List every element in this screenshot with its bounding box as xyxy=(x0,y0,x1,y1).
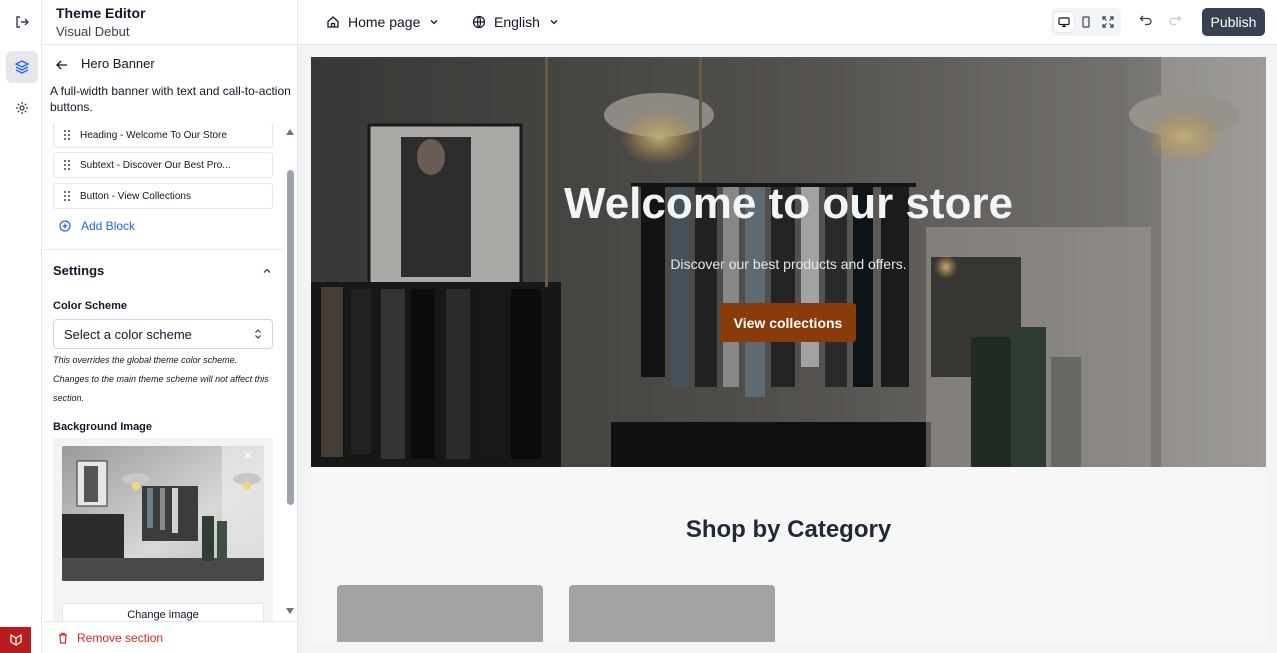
left-rail xyxy=(0,0,42,653)
hero-subtext[interactable]: Discover our best products and offers. xyxy=(311,256,1266,272)
view-collections-button[interactable]: View collections xyxy=(720,303,856,342)
category-heading[interactable]: Shop by Category xyxy=(311,516,1266,544)
scroll-up-icon[interactable] xyxy=(286,129,294,135)
top-bar: Theme Editor Visual Debut Home page Engl… xyxy=(42,0,1277,45)
panel-header: Hero Banner A full-width banner with tex… xyxy=(43,45,297,123)
back-arrow-icon[interactable] xyxy=(55,58,69,77)
add-block-label: Add Block xyxy=(81,219,136,233)
app-title: Theme Editor xyxy=(56,5,146,21)
block-label: Subtext - Discover Our Best Pro... xyxy=(80,159,231,171)
scrollbar-thumb[interactable] xyxy=(287,170,294,505)
publish-button[interactable]: Publish xyxy=(1202,8,1265,36)
plus-circle-icon xyxy=(59,220,71,232)
desktop-icon[interactable] xyxy=(1054,12,1074,32)
globe-icon xyxy=(472,15,486,29)
drag-handle-icon[interactable] xyxy=(54,190,80,202)
chevron-down-icon xyxy=(430,20,438,25)
redo-icon[interactable] xyxy=(1168,13,1182,32)
page-select[interactable]: Home page xyxy=(326,12,440,32)
preview-area: Welcome to our store Discover our best p… xyxy=(298,45,1277,653)
block-item[interactable]: Subtext - Discover Our Best Pro... xyxy=(53,152,273,178)
section-panel: Hero Banner A full-width banner with tex… xyxy=(43,45,298,653)
chevron-updown-icon xyxy=(255,329,261,339)
remove-section-button[interactable]: Remove section xyxy=(57,631,163,645)
close-icon[interactable]: ✕ xyxy=(243,450,253,462)
chevron-down-icon xyxy=(550,20,558,25)
fullscreen-icon[interactable] xyxy=(1098,12,1118,32)
settings-title[interactable]: Settings xyxy=(53,263,104,278)
home-icon xyxy=(327,16,339,28)
color-scheme-value: Select a color scheme xyxy=(64,326,192,342)
color-scheme-label: Color Scheme xyxy=(53,300,127,312)
panel-title: Hero Banner xyxy=(81,56,155,71)
panel-scrollbar[interactable] xyxy=(283,123,297,621)
page-select-label: Home page xyxy=(348,14,421,30)
add-block-button[interactable]: Add Block xyxy=(59,219,135,233)
image-picker: ✕ xyxy=(53,438,273,621)
preview-canvas: Welcome to our store Discover our best p… xyxy=(311,57,1266,642)
category-card[interactable] xyxy=(569,585,775,642)
background-image-thumbnail xyxy=(62,446,264,581)
color-scheme-select[interactable]: Select a color scheme xyxy=(53,319,273,349)
category-card[interactable] xyxy=(337,585,543,642)
panel-description: A full-width banner with text and call-t… xyxy=(50,84,291,114)
gear-icon[interactable] xyxy=(6,92,38,124)
block-item[interactable]: Heading - Welcome To Our Store xyxy=(53,123,273,148)
chevron-up-icon[interactable] xyxy=(261,264,273,282)
layers-icon[interactable] xyxy=(6,51,38,83)
brand-logo-icon xyxy=(0,627,31,653)
hero-heading[interactable]: Welcome to our store xyxy=(311,179,1266,229)
remove-section-label: Remove section xyxy=(77,631,164,645)
language-select-label: English xyxy=(494,14,540,30)
background-image-label: Background Image xyxy=(53,421,153,433)
exit-icon[interactable] xyxy=(6,6,38,38)
block-item[interactable]: Button - View Collections xyxy=(53,183,273,209)
theme-name: Visual Debut xyxy=(56,24,130,39)
change-image-button[interactable]: Change image xyxy=(62,603,264,621)
undo-icon[interactable] xyxy=(1139,13,1153,32)
scroll-down-icon[interactable] xyxy=(286,608,294,614)
panel-footer: Remove section xyxy=(43,621,297,653)
block-label: Button - View Collections xyxy=(80,190,191,202)
trash-icon xyxy=(59,632,67,644)
device-toggle xyxy=(1051,8,1121,36)
language-select[interactable]: English xyxy=(472,12,560,32)
hero-banner[interactable]: Welcome to our store Discover our best p… xyxy=(311,57,1266,467)
color-scheme-hint: This overrides the global theme color sc… xyxy=(53,355,269,403)
drag-handle-icon[interactable] xyxy=(54,129,80,141)
drag-handle-icon[interactable] xyxy=(54,159,80,171)
divider xyxy=(297,0,298,45)
divider xyxy=(43,249,283,250)
mobile-icon[interactable] xyxy=(1076,12,1096,32)
block-label: Heading - Welcome To Our Store xyxy=(80,129,227,141)
panel-scroll-area: Heading - Welcome To Our Store Subtext -… xyxy=(43,123,297,621)
